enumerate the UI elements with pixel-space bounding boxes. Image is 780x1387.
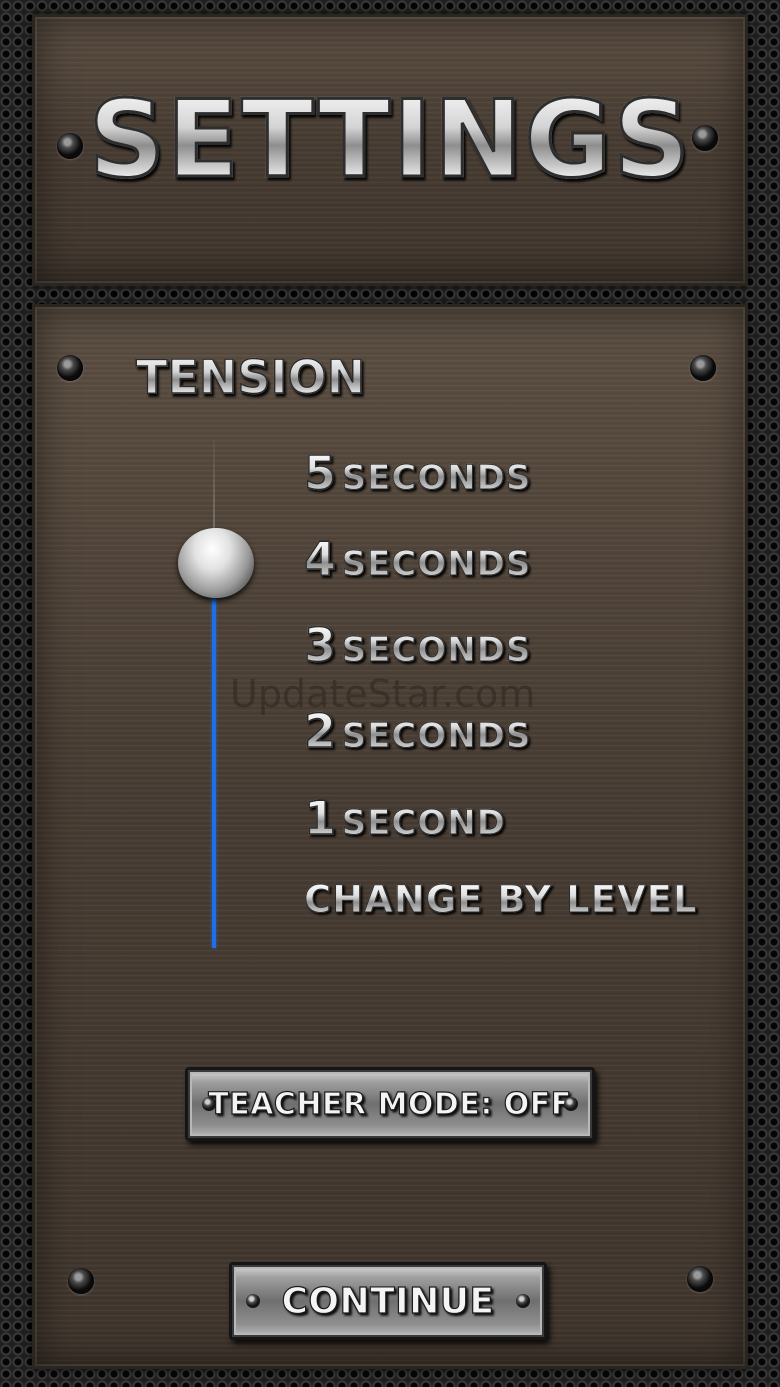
screw-icon [564, 1097, 578, 1111]
bolt-icon [687, 1266, 713, 1292]
tension-option-1-second[interactable]: 1 SECOND [303, 794, 506, 843]
option-number: 3 [303, 618, 337, 672]
tension-option-3-seconds[interactable]: 3 SECONDS [303, 621, 532, 670]
option-unit: SECONDS [341, 544, 532, 584]
page-title: SETTINGS [0, 77, 780, 203]
teacher-mode-label: TEACHER MODE: OFF [208, 1086, 572, 1122]
option-number: 1 [303, 791, 337, 845]
tension-option-4-seconds[interactable]: 4 SECONDS [303, 535, 532, 584]
continue-button[interactable]: CONTINUE [229, 1262, 547, 1340]
tension-option-5-seconds[interactable]: 5 SECONDS [303, 449, 532, 498]
bolt-icon [57, 355, 83, 381]
tension-slider-fill[interactable] [212, 565, 216, 948]
option-unit: SECONDS [341, 630, 532, 670]
tension-option-change-by-level[interactable]: CHANGE BY LEVEL [303, 881, 697, 919]
bolt-icon [690, 355, 716, 381]
screw-icon [516, 1294, 530, 1308]
watermark: UpdateStar.com [230, 672, 536, 716]
option-unit: SECONDS [341, 716, 532, 756]
tension-slider-thumb[interactable] [178, 528, 254, 598]
option-unit: SECOND [341, 803, 506, 843]
option-number: 4 [303, 532, 337, 586]
bolt-icon [68, 1268, 94, 1294]
tension-label: TENSION [135, 349, 366, 405]
option-unit: SECONDS [341, 458, 532, 498]
continue-label: CONTINUE [281, 1280, 495, 1322]
teacher-mode-button[interactable]: TEACHER MODE: OFF [185, 1067, 595, 1141]
option-number: 5 [303, 446, 337, 500]
screw-icon [246, 1294, 260, 1308]
